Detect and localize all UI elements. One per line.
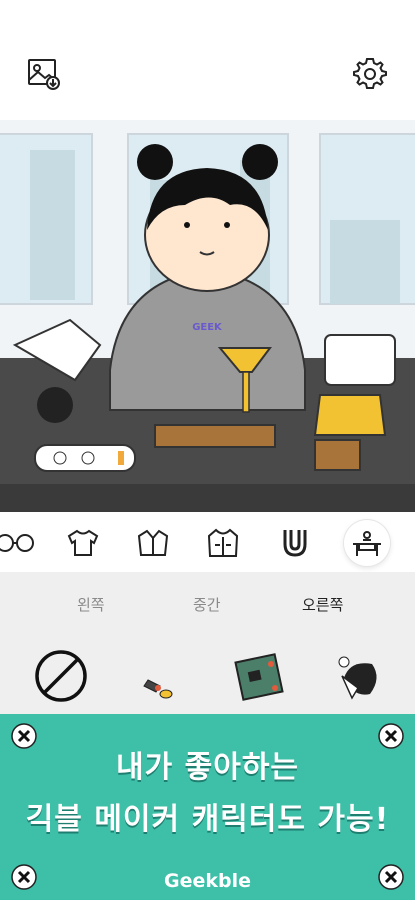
magnet-icon[interactable] bbox=[272, 520, 318, 566]
tab-left[interactable]: 왼쪽 bbox=[77, 594, 105, 615]
brand-logo: Geekble bbox=[163, 870, 251, 892]
glasses-icon[interactable] bbox=[0, 520, 38, 566]
robot-head-icon[interactable] bbox=[330, 648, 386, 704]
banner-headline-2: 긱블 메이커 캐릭터도 가능! bbox=[25, 802, 390, 837]
image-download-icon[interactable] bbox=[26, 56, 62, 92]
tool-item-icon[interactable] bbox=[134, 648, 190, 704]
desk-icon[interactable] bbox=[344, 520, 390, 566]
promo-banner: 내가 좋아하는 긱블 메이커 캐릭터도 가능! Geekble bbox=[0, 714, 415, 900]
none-icon[interactable] bbox=[33, 648, 89, 704]
tshirt-icon[interactable] bbox=[60, 520, 106, 566]
gear-icon[interactable] bbox=[352, 56, 388, 92]
circuit-board-icon[interactable] bbox=[231, 648, 287, 704]
character-scene: GEEK bbox=[0, 120, 415, 512]
top-bar bbox=[0, 0, 415, 120]
hoodie-logo: GEEK bbox=[192, 322, 223, 333]
banner-headline-1: 내가 좋아하는 bbox=[115, 750, 300, 785]
tab-center[interactable]: 중간 bbox=[193, 594, 221, 615]
tab-right[interactable]: 오른쪽 bbox=[302, 594, 343, 615]
item-list bbox=[0, 634, 415, 714]
category-toolbar bbox=[0, 512, 415, 572]
shirt-icon[interactable] bbox=[130, 520, 176, 566]
position-tabs: 왼쪽 중간 오른쪽 bbox=[0, 572, 415, 634]
jacket-icon[interactable] bbox=[200, 520, 246, 566]
